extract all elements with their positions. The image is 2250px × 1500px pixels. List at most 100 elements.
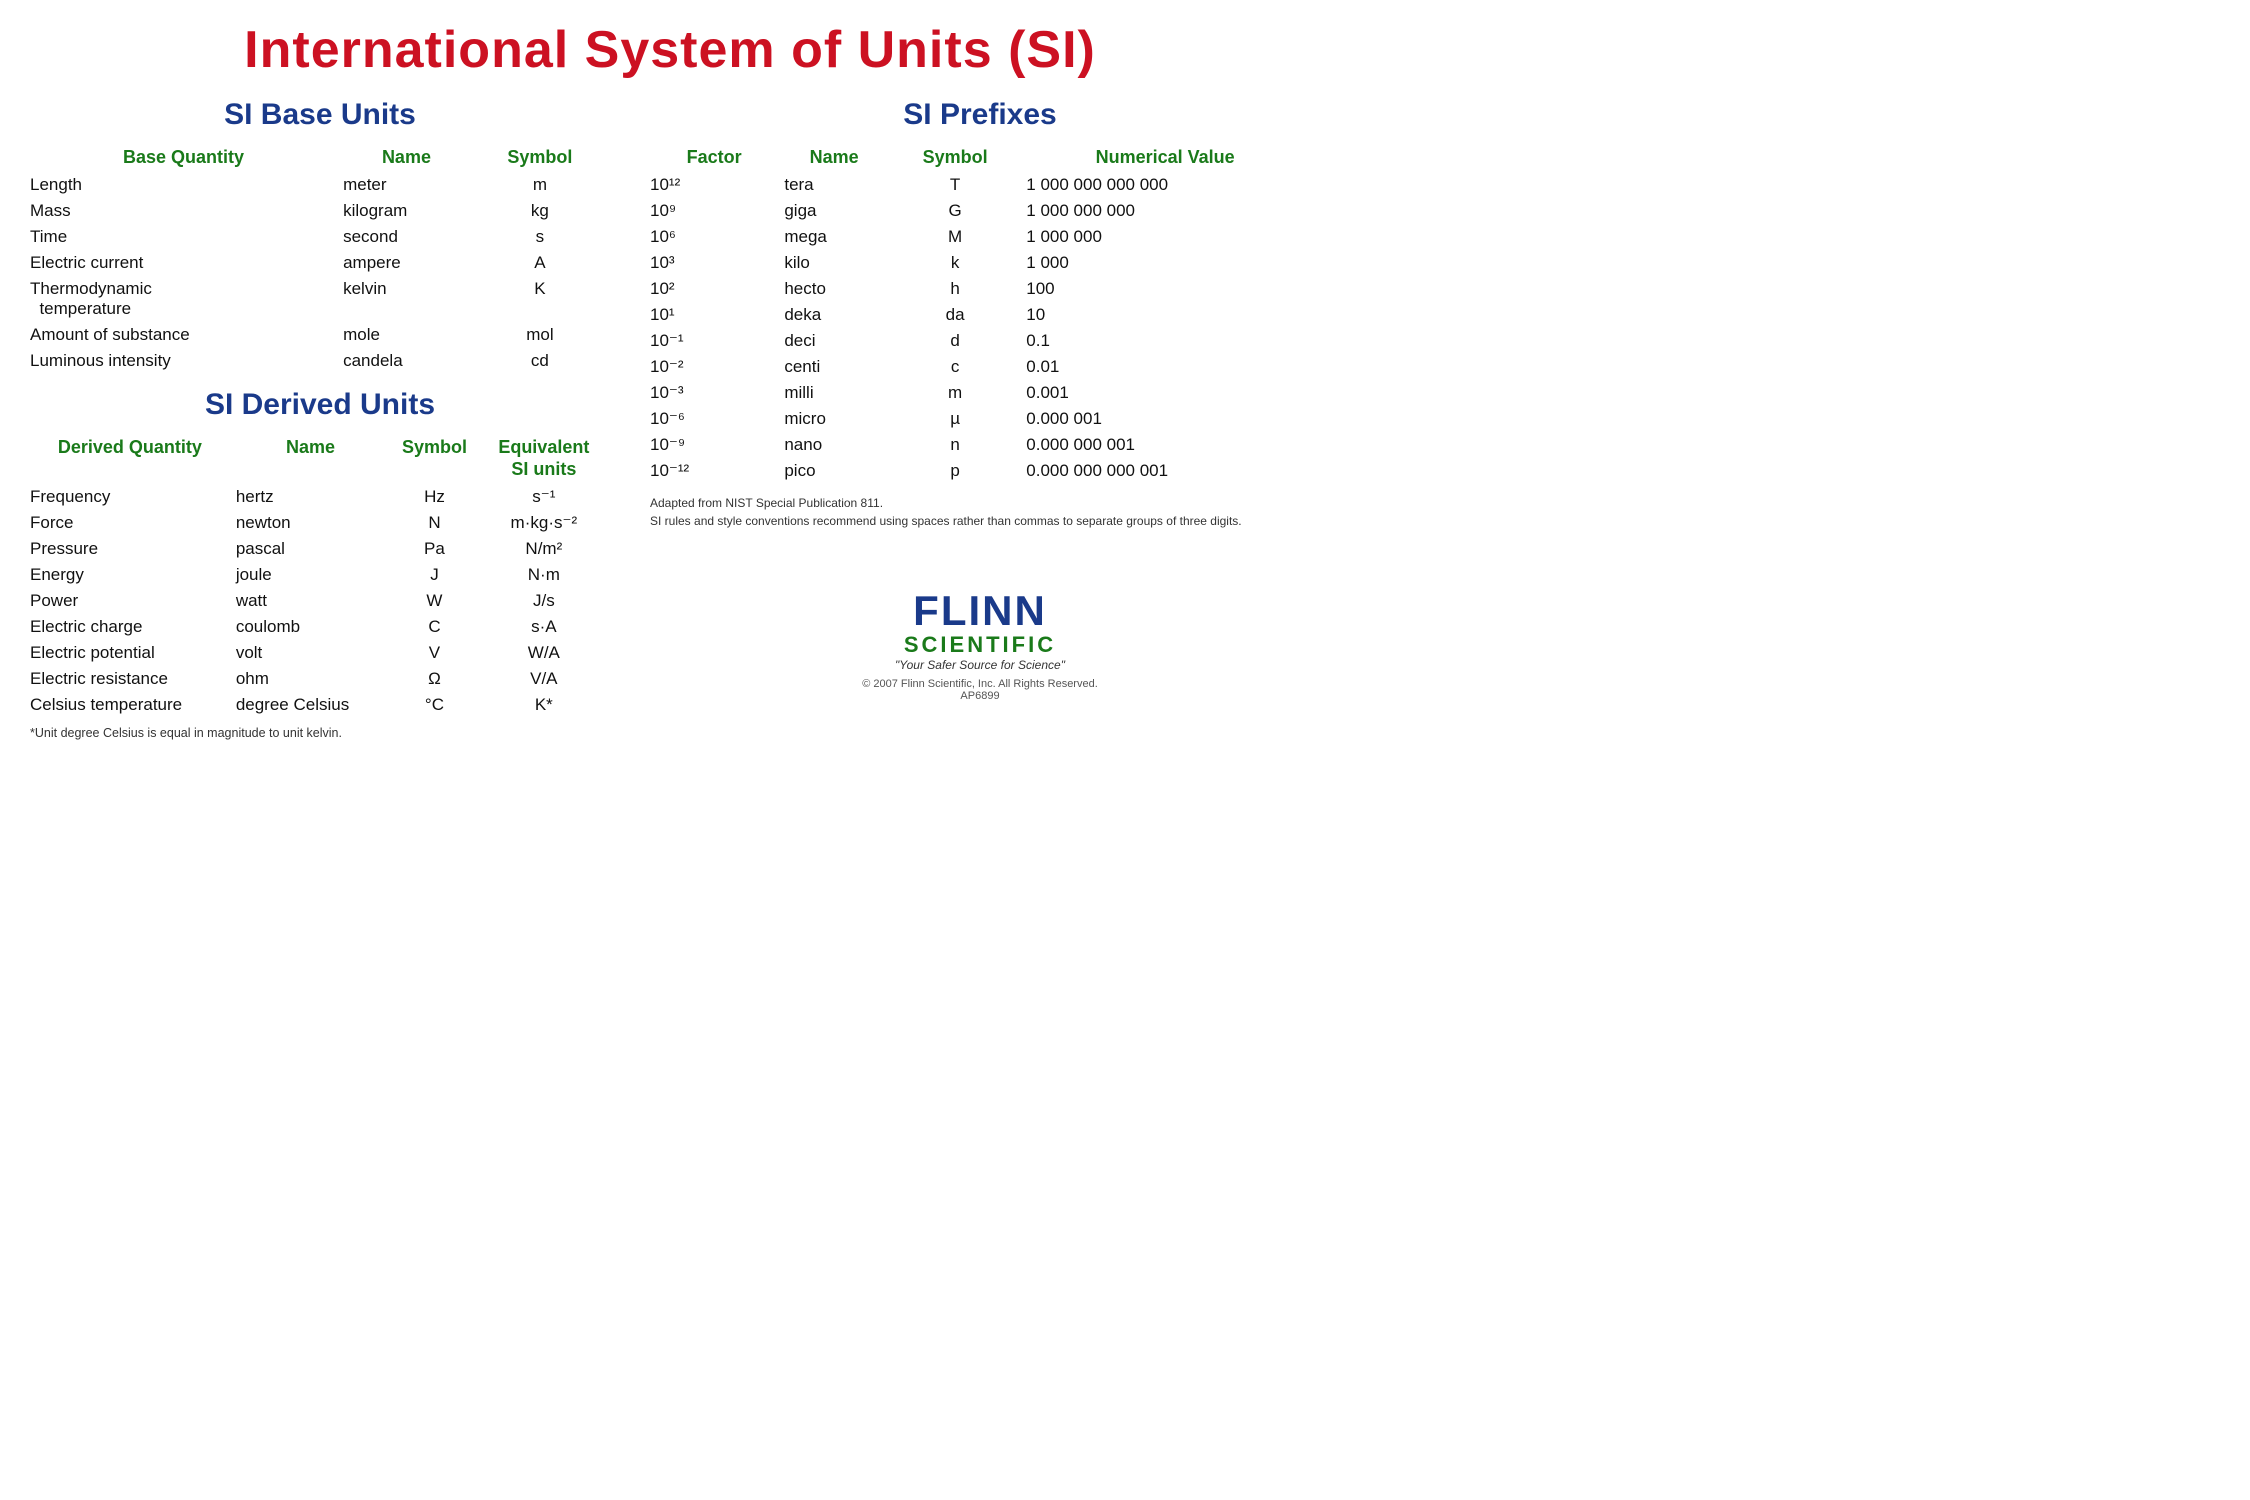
derived-equiv: s·A <box>484 614 610 640</box>
prefix-factor: 10⁶ <box>650 224 784 250</box>
table-row: 10⁹gigaG1 000 000 000 <box>650 198 1310 224</box>
prefix-col-factor: Factor <box>650 144 784 172</box>
derived-symbol: W <box>391 588 483 614</box>
derived-quantity: Force <box>30 510 236 536</box>
table-row: Thermodynamic temperaturekelvinK <box>30 276 610 322</box>
table-row: Masskilogramkg <box>30 198 610 224</box>
base-symbol: A <box>476 250 610 276</box>
prefix-symbol: n <box>890 432 1026 458</box>
base-symbol: mol <box>476 322 610 348</box>
table-row: 10⁻¹²picop0.000 000 000 001 <box>650 458 1310 484</box>
derived-equiv: V/A <box>484 666 610 692</box>
prefix-symbol: G <box>890 198 1026 224</box>
logo-scientific: SCIENTIFIC <box>650 632 1310 658</box>
derived-quantity: Electric charge <box>30 614 236 640</box>
table-row: FrequencyhertzHzs⁻¹ <box>30 484 610 510</box>
prefix-name: deka <box>784 302 890 328</box>
table-row: 10⁻⁶microµ0.000 001 <box>650 406 1310 432</box>
table-row: 10²hectoh100 <box>650 276 1310 302</box>
table-row: Lengthmeterm <box>30 172 610 198</box>
prefix-name: kilo <box>784 250 890 276</box>
table-row: 10⁻³millim0.001 <box>650 380 1310 406</box>
prefix-factor: 10¹² <box>650 172 784 198</box>
derived-col-symbol: Symbol <box>391 434 483 484</box>
logo-tagline: "Your Safer Source for Science" <box>650 658 1310 672</box>
base-col-quantity: Base Quantity <box>30 144 343 172</box>
table-row: 10¹²teraT1 000 000 000 000 <box>650 172 1310 198</box>
base-name: ampere <box>343 250 476 276</box>
prefix-value: 0.01 <box>1026 354 1310 380</box>
prefix-name: milli <box>784 380 890 406</box>
prefix-value: 0.000 000 000 001 <box>1026 458 1310 484</box>
prefix-value: 1 000 <box>1026 250 1310 276</box>
table-row: Electric potentialvoltVW/A <box>30 640 610 666</box>
derived-quantity: Frequency <box>30 484 236 510</box>
derived-equiv: N·m <box>484 562 610 588</box>
base-name: kilogram <box>343 198 476 224</box>
table-row: Celsius temperaturedegree Celsius°CK* <box>30 692 610 718</box>
base-quantity: Thermodynamic temperature <box>30 276 343 322</box>
prefix-symbol: µ <box>890 406 1026 432</box>
table-row: Electric resistanceohmΩV/A <box>30 666 610 692</box>
prefixes-table: Factor Name Symbol Numerical Value 10¹²t… <box>650 144 1310 484</box>
base-quantity: Time <box>30 224 343 250</box>
table-row: 10³kilok1 000 <box>650 250 1310 276</box>
base-name: meter <box>343 172 476 198</box>
prefix-value: 10 <box>1026 302 1310 328</box>
table-row: 10⁶megaM1 000 000 <box>650 224 1310 250</box>
prefix-symbol: c <box>890 354 1026 380</box>
derived-name: coulomb <box>236 614 391 640</box>
left-column: SI Base Units Base Quantity Name Symbol … <box>30 98 610 740</box>
table-row: Amount of substancemolemol <box>30 322 610 348</box>
derived-symbol: °C <box>391 692 483 718</box>
footnotes-area: Adapted from NIST Special Publication 81… <box>650 494 1310 530</box>
prefix-factor: 10⁻² <box>650 354 784 380</box>
prefix-symbol: h <box>890 276 1026 302</box>
page-title: International System of Units (SI) <box>30 20 1310 80</box>
prefix-factor: 10⁻¹ <box>650 328 784 354</box>
base-col-symbol: Symbol <box>476 144 610 172</box>
prefix-name: tera <box>784 172 890 198</box>
prefix-value: 0.001 <box>1026 380 1310 406</box>
base-name: second <box>343 224 476 250</box>
prefix-factor: 10¹ <box>650 302 784 328</box>
base-units-title: SI Base Units <box>30 98 610 132</box>
base-quantity: Luminous intensity <box>30 348 343 374</box>
derived-name: degree Celsius <box>236 692 391 718</box>
prefix-value: 1 000 000 <box>1026 224 1310 250</box>
prefixes-title: SI Prefixes <box>650 98 1310 132</box>
base-units-table: Base Quantity Name Symbol LengthmetermMa… <box>30 144 610 374</box>
prefix-name: nano <box>784 432 890 458</box>
derived-symbol: C <box>391 614 483 640</box>
prefix-symbol: p <box>890 458 1026 484</box>
prefix-symbol: k <box>890 250 1026 276</box>
table-row: 10⁻⁹nanon0.000 000 001 <box>650 432 1310 458</box>
base-symbol: m <box>476 172 610 198</box>
prefix-factor: 10² <box>650 276 784 302</box>
derived-name: pascal <box>236 536 391 562</box>
derived-name: watt <box>236 588 391 614</box>
base-name: candela <box>343 348 476 374</box>
prefix-value: 0.1 <box>1026 328 1310 354</box>
prefix-value: 0.000 000 001 <box>1026 432 1310 458</box>
derived-name: ohm <box>236 666 391 692</box>
derived-name: newton <box>236 510 391 536</box>
derived-quantity: Electric potential <box>30 640 236 666</box>
celsius-footnote: *Unit degree Celsius is equal in magnitu… <box>30 726 610 740</box>
base-symbol: kg <box>476 198 610 224</box>
prefix-col-name: Name <box>784 144 890 172</box>
derived-name: hertz <box>236 484 391 510</box>
derived-name: joule <box>236 562 391 588</box>
derived-symbol: V <box>391 640 483 666</box>
derived-symbol: Hz <box>391 484 483 510</box>
derived-col-name: Name <box>236 434 391 484</box>
footnote-adapted: Adapted from NIST Special Publication 81… <box>650 494 1310 512</box>
prefix-symbol: d <box>890 328 1026 354</box>
base-quantity: Length <box>30 172 343 198</box>
table-row: PressurepascalPaN/m² <box>30 536 610 562</box>
derived-col-quantity: Derived Quantity <box>30 434 236 484</box>
base-quantity: Mass <box>30 198 343 224</box>
right-column: SI Prefixes Factor Name Symbol Numerical… <box>610 98 1310 702</box>
base-quantity: Electric current <box>30 250 343 276</box>
prefix-factor: 10³ <box>650 250 784 276</box>
